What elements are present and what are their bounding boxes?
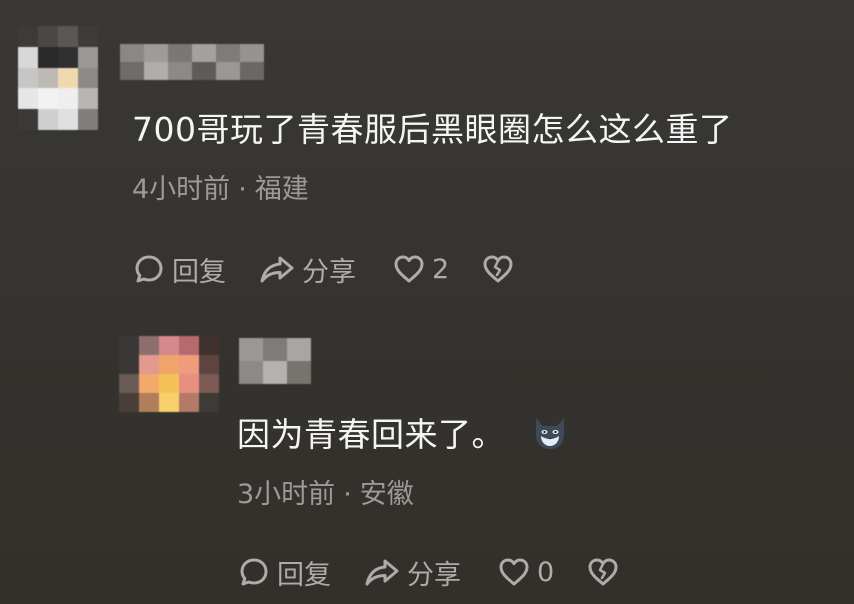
share-label: 分享: [302, 256, 356, 288]
reply-label: 回复: [172, 256, 226, 288]
cat-face-emoji-icon: [530, 414, 570, 456]
dislike-button[interactable]: [586, 555, 620, 589]
chat-bubble-icon: [132, 252, 166, 286]
heart-icon: [392, 252, 426, 286]
heart-icon: [497, 555, 531, 589]
action-bar: 回复 分享 2: [132, 249, 515, 289]
action-bar: 回复 分享 0: [237, 552, 620, 592]
share-button[interactable]: 分享: [258, 250, 356, 289]
avatar[interactable]: [119, 336, 219, 412]
broken-heart-icon: [586, 555, 620, 589]
comment-text: 因为青春回来了。: [237, 415, 505, 454]
comment-time: 3小时前: [237, 479, 336, 510]
avatar[interactable]: [18, 26, 98, 130]
comment-location: 福建: [254, 174, 309, 205]
comment-meta: 3小时前 · 安徽: [237, 478, 414, 512]
like-button[interactable]: 2: [392, 252, 449, 286]
username[interactable]: [120, 44, 264, 80]
like-button[interactable]: 0: [497, 555, 554, 589]
comment-location: 安徽: [359, 479, 414, 510]
reply-button[interactable]: 回复: [237, 553, 331, 592]
separator-dot: ·: [238, 174, 247, 205]
like-count: 2: [432, 253, 450, 285]
broken-heart-icon: [481, 252, 515, 286]
username[interactable]: [239, 338, 311, 384]
share-arrow-icon: [258, 252, 296, 286]
comment-meta: 4小时前 · 福建: [132, 173, 309, 207]
separator-dot: ·: [343, 479, 352, 510]
chat-bubble-icon: [237, 555, 271, 589]
share-arrow-icon: [363, 555, 401, 589]
share-button[interactable]: 分享: [363, 553, 461, 592]
like-count: 0: [537, 556, 555, 588]
dislike-button[interactable]: [481, 252, 515, 286]
comment-text: 700哥玩了青春服后黑眼圈怎么这么重了: [132, 110, 733, 149]
reply-button[interactable]: 回复: [132, 250, 226, 289]
comment-time: 4小时前: [132, 174, 231, 205]
share-label: 分享: [407, 559, 461, 591]
reply-label: 回复: [277, 559, 331, 591]
